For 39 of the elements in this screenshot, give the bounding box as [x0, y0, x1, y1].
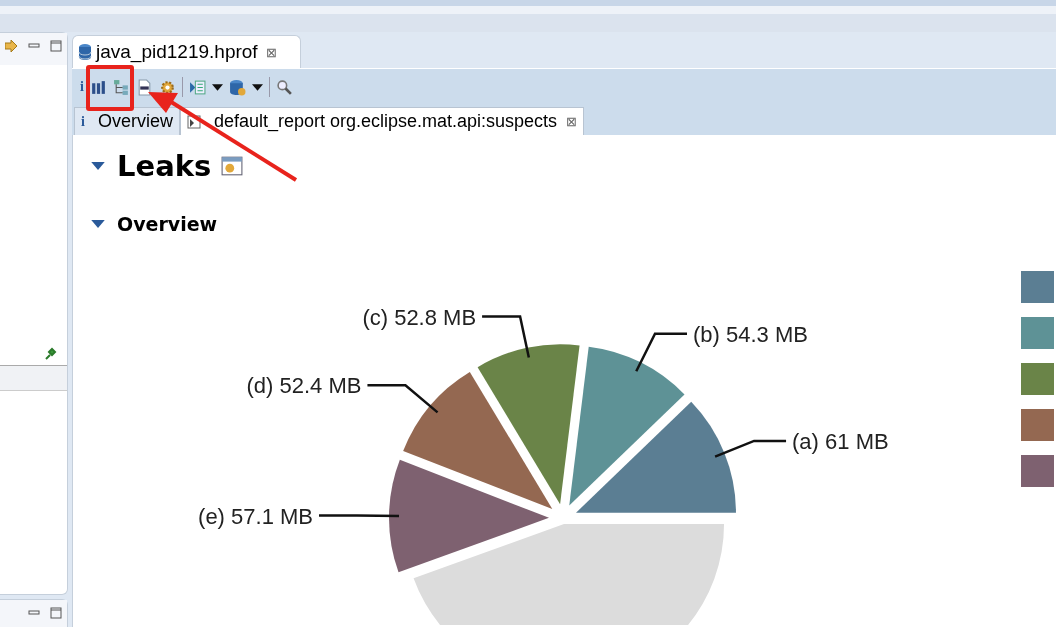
legend-swatch: [1021, 317, 1054, 349]
collapse-icon[interactable]: [91, 219, 105, 229]
legend-swatch: [1021, 455, 1054, 487]
slice-label: (e) 57.1 MB: [198, 503, 313, 529]
maximize-icon[interactable]: [49, 606, 63, 620]
window-icon[interactable]: [221, 156, 244, 176]
editor-tab[interactable]: java_pid1219.hprof ⊠: [72, 35, 301, 68]
tab-title: java_pid1219.hprof: [96, 41, 258, 63]
bar-chart-icon[interactable]: [89, 78, 107, 96]
slice-label: (a) 61 MB: [792, 428, 889, 454]
report-tab[interactable]: i Overview: [74, 107, 180, 135]
legend-swatch: [1021, 363, 1054, 395]
maximize-icon[interactable]: [49, 39, 63, 53]
report-tab[interactable]: default_report org.eclipse.mat.api:suspects ⊠: [179, 107, 585, 135]
legend-swatch: [1021, 271, 1054, 303]
search-icon[interactable]: [275, 78, 293, 96]
leader-line: [482, 315, 531, 358]
caret-icon[interactable]: [251, 83, 263, 91]
database-icon: [78, 43, 92, 61]
section-title: Overview: [117, 213, 218, 235]
tree-icon[interactable]: [112, 78, 130, 96]
legend-swatch: [1021, 409, 1054, 441]
collapse-icon[interactable]: [91, 161, 105, 171]
gear-icon[interactable]: [158, 78, 176, 96]
caret-icon[interactable]: [211, 83, 223, 91]
info-icon[interactable]: i: [80, 79, 84, 95]
slice-label: (d) 52.4 MB: [246, 373, 362, 399]
slice-label: (c) 52.8 MB: [362, 304, 477, 330]
leader-line: [635, 332, 687, 372]
highlight-box: [86, 65, 134, 111]
arrow-icon[interactable]: [5, 39, 19, 53]
list-header: [0, 365, 67, 391]
section-title: Leaks: [117, 149, 212, 183]
slice-label: (b) 54.3 MB: [693, 321, 808, 347]
database-gear-icon[interactable]: [228, 78, 246, 96]
pin-icon[interactable]: [43, 347, 57, 361]
report-icon[interactable]: [188, 78, 206, 96]
leader-line: [367, 384, 439, 414]
close-icon[interactable]: ⊠: [265, 44, 277, 60]
